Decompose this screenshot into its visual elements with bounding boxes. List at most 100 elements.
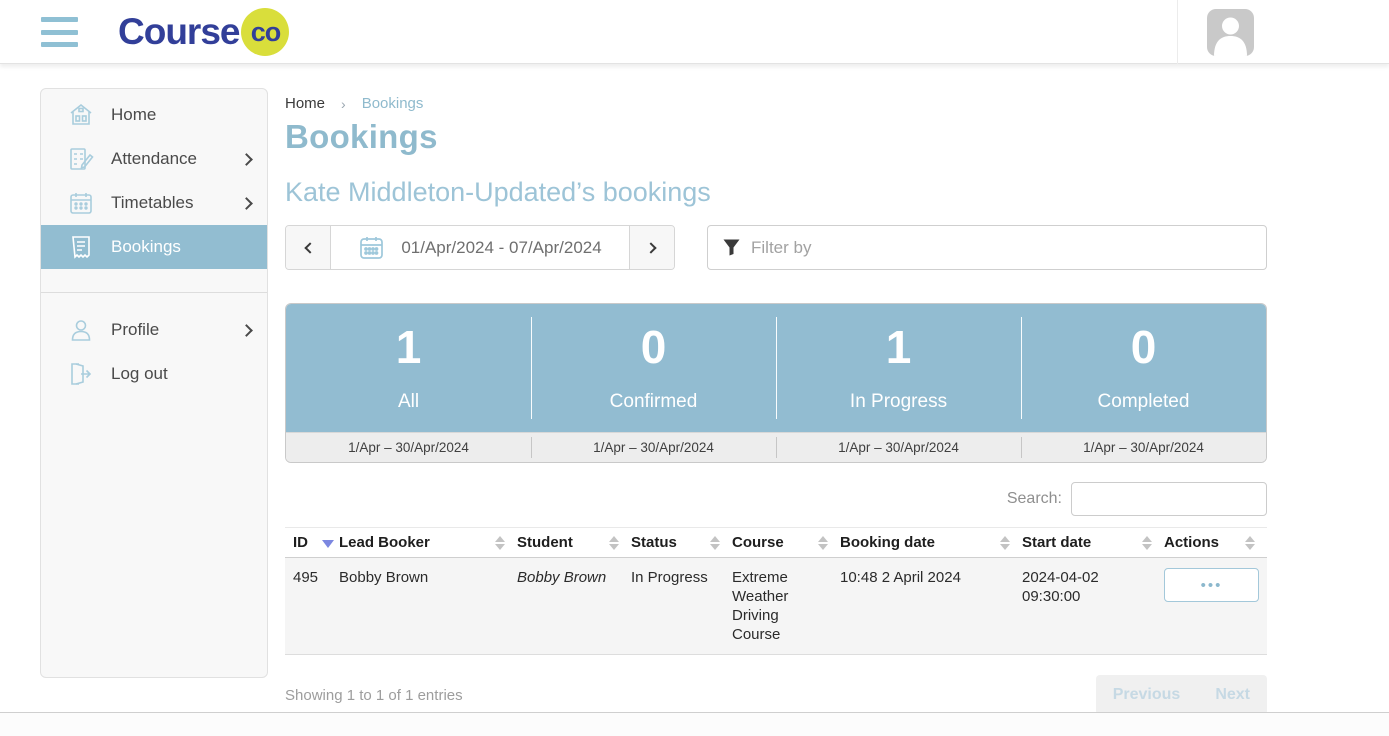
filter-box	[707, 225, 1267, 270]
search-label: Search:	[1007, 490, 1062, 508]
page-subtitle: Kate Middleton-Updated’s bookings	[285, 177, 1267, 208]
sidebar-item-home[interactable]: Home	[41, 93, 267, 137]
stat-range: 1/Apr – 30/Apr/2024	[1021, 433, 1266, 462]
table-row: 495 Bobby Brown Bobby Brown In Progress …	[285, 558, 1267, 655]
chevron-right-icon	[240, 153, 253, 166]
column-header-actions[interactable]: Actions	[1164, 528, 1267, 558]
table-header-row: ID Lead Booker Student Status Course	[285, 528, 1267, 558]
next-page-button[interactable]: Next	[1215, 686, 1250, 704]
stat-range: 1/Apr – 30/Apr/2024	[286, 433, 531, 462]
entries-summary: Showing 1 to 1 of 1 entries	[285, 687, 463, 704]
user-avatar-icon[interactable]	[1207, 9, 1254, 56]
logo-text: Course	[118, 11, 239, 53]
stat-confirmed[interactable]: 0 Confirmed	[531, 304, 776, 432]
stat-completed[interactable]: 0 Completed	[1021, 304, 1266, 432]
booking-stats-panel: 1 All 0 Confirmed 1 In Progress 0 Comple…	[285, 303, 1267, 463]
cell-lead-booker: Bobby Brown	[339, 558, 517, 655]
sidebar-item-label: Bookings	[111, 237, 181, 257]
cell-id: 495	[285, 558, 339, 655]
next-week-button[interactable]	[629, 226, 674, 269]
column-header-booking-date[interactable]: Booking date	[840, 528, 1022, 558]
table-footer: Showing 1 to 1 of 1 entries Previous Nex…	[285, 675, 1267, 715]
date-range-display[interactable]: 01/Apr/2024 - 07/Apr/2024	[331, 226, 629, 269]
chevron-right-icon	[240, 197, 253, 210]
sort-icon	[1142, 536, 1152, 550]
search-input[interactable]	[1071, 482, 1267, 516]
sidebar-item-timetables[interactable]: Timetables	[41, 181, 267, 225]
column-header-student[interactable]: Student	[517, 528, 631, 558]
chevron-left-icon	[304, 242, 315, 253]
sort-icon	[1000, 536, 1010, 550]
sidebar-item-logout[interactable]: Log out	[41, 352, 267, 396]
controls-row: 01/Apr/2024 - 07/Apr/2024	[285, 225, 1267, 270]
bookings-table: ID Lead Booker Student Status Course	[285, 527, 1267, 655]
cell-status: In Progress	[631, 558, 732, 655]
column-header-id[interactable]: ID	[285, 528, 339, 558]
table-search-row: Search:	[285, 482, 1267, 516]
stat-range: 1/Apr – 30/Apr/2024	[531, 433, 776, 462]
top-header: Course co	[0, 0, 1389, 64]
sidebar-item-label: Profile	[111, 320, 159, 340]
sort-icon	[1245, 536, 1255, 550]
row-actions-button[interactable]: •••	[1164, 568, 1259, 602]
stat-value: 1	[396, 324, 422, 370]
page-title: Bookings	[285, 118, 1267, 156]
breadcrumb-current-link[interactable]: Bookings	[362, 95, 424, 112]
sort-icon	[495, 536, 505, 550]
stat-all[interactable]: 1 All	[286, 304, 531, 432]
logo-badge: co	[241, 8, 289, 56]
stat-label: All	[398, 391, 419, 413]
breadcrumb-home-link[interactable]: Home	[285, 95, 325, 112]
stats-date-ranges: 1/Apr – 30/Apr/2024 1/Apr – 30/Apr/2024 …	[286, 432, 1266, 462]
cell-actions: •••	[1164, 558, 1267, 655]
sort-desc-icon	[322, 540, 334, 548]
prev-week-button[interactable]	[286, 226, 331, 269]
column-header-start-date[interactable]: Start date	[1022, 528, 1164, 558]
column-header-lead-booker[interactable]: Lead Booker	[339, 528, 517, 558]
sort-icon	[609, 536, 619, 550]
column-header-course[interactable]: Course	[732, 528, 840, 558]
calendar-icon	[358, 234, 385, 261]
hamburger-menu-icon[interactable]	[41, 17, 78, 47]
sidebar-item-bookings[interactable]: Bookings	[41, 225, 267, 269]
filter-input[interactable]	[751, 238, 1251, 258]
stat-range: 1/Apr – 30/Apr/2024	[776, 433, 1021, 462]
stat-label: Confirmed	[610, 391, 698, 413]
sidebar-item-label: Attendance	[111, 149, 197, 169]
stat-in-progress[interactable]: 1 In Progress	[776, 304, 1021, 432]
stat-label: Completed	[1098, 391, 1190, 413]
previous-page-button[interactable]: Previous	[1113, 686, 1181, 704]
sidebar-item-profile[interactable]: Profile	[41, 308, 267, 352]
sidebar-item-attendance[interactable]: Attendance	[41, 137, 267, 181]
sidebar-divider	[41, 292, 267, 293]
stat-label: In Progress	[850, 391, 947, 413]
cell-course: Extreme Weather Driving Course	[732, 558, 840, 655]
sidebar: Home Attendance Timetables Bookings	[40, 88, 268, 678]
date-range-text: 01/Apr/2024 - 07/Apr/2024	[401, 238, 601, 258]
logout-icon	[68, 361, 94, 387]
timetables-icon	[68, 190, 94, 216]
sidebar-item-label: Timetables	[111, 193, 194, 213]
chevron-right-icon	[645, 242, 656, 253]
sort-icon	[818, 536, 828, 550]
sidebar-item-label: Log out	[111, 364, 168, 384]
app-root: Course co Home Attendance Timetables	[0, 0, 1389, 736]
sort-icon	[710, 536, 720, 550]
sidebar-item-label: Home	[111, 105, 156, 125]
breadcrumb-separator: ›	[341, 96, 346, 112]
stats-counts: 1 All 0 Confirmed 1 In Progress 0 Comple…	[286, 304, 1266, 432]
courseco-logo[interactable]: Course co	[118, 8, 289, 56]
date-range-picker: 01/Apr/2024 - 07/Apr/2024	[285, 225, 675, 270]
header-divider	[1177, 0, 1178, 64]
home-icon	[68, 102, 94, 128]
pagination: Previous Next	[1096, 675, 1267, 715]
filter-funnel-icon	[723, 239, 740, 256]
main-content: Home › Bookings Bookings Kate Middleton-…	[285, 88, 1267, 715]
cell-start-date: 2024-04-02 09:30:00	[1022, 558, 1164, 655]
cell-booking-date: 10:48 2 April 2024	[840, 558, 1022, 655]
page-footer	[0, 712, 1389, 736]
stat-value: 0	[641, 324, 667, 370]
column-header-status[interactable]: Status	[631, 528, 732, 558]
profile-icon	[68, 317, 94, 343]
breadcrumb: Home › Bookings	[285, 95, 1267, 112]
